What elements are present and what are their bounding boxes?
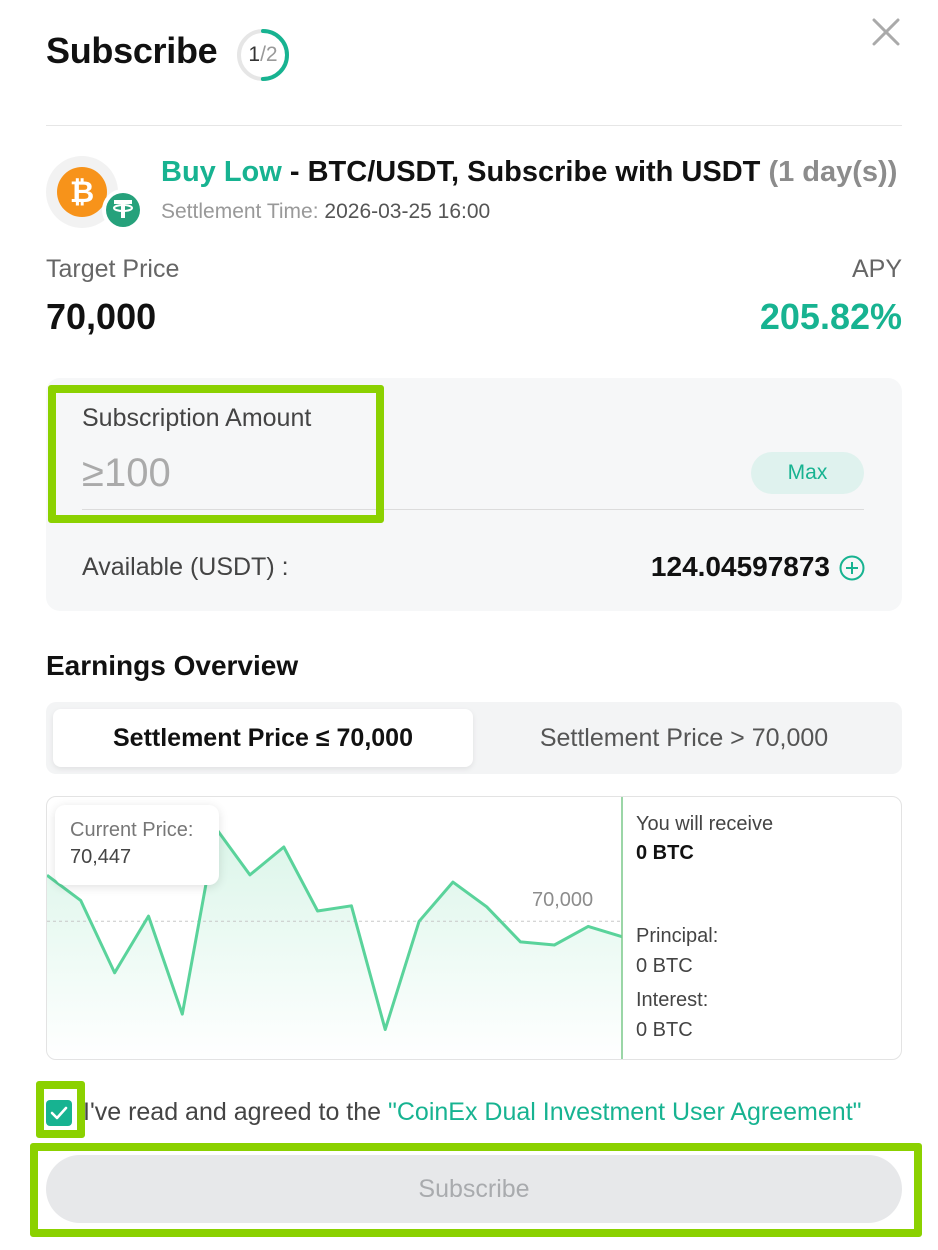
step-indicator: 1/2 <box>236 28 290 82</box>
interest-label: Interest: <box>636 989 709 1011</box>
max-button[interactable]: Max <box>751 452 864 494</box>
settlement-tabs: Settlement Price ≤ 70,000 Settlement Pri… <box>46 702 902 774</box>
current-price-label: Current Price: <box>70 819 194 841</box>
earnings-chart: Current Price: 70,447 70,000 You will re… <box>46 796 902 1060</box>
step-current: 1 <box>248 43 261 66</box>
subscription-amount-input[interactable] <box>82 446 642 500</box>
available-value: 124.04597873 <box>650 551 830 582</box>
settlement-label: Settlement Time: <box>161 200 319 223</box>
receive-value: 0 BTC <box>636 842 694 864</box>
agreement-row: I've read and agreed to the "CoinEx Dual… <box>46 1096 908 1130</box>
target-price-value: 70,000 <box>46 296 157 337</box>
step-text: 1/2 <box>236 28 290 82</box>
current-price-tooltip: Current Price: 70,447 <box>55 805 219 885</box>
earnings-overview-title: Earnings Overview <box>46 650 299 681</box>
tab-settlement-above[interactable]: Settlement Price > 70,000 <box>473 709 895 767</box>
agreement-link[interactable]: "CoinEx Dual Investment User Agreement" <box>388 1098 862 1126</box>
svg-text:₿: ₿ <box>70 176 94 209</box>
coin-pair-icons: ₿ <box>46 154 144 234</box>
step-total: /2 <box>260 43 278 66</box>
subscription-amount-label: Subscription Amount <box>82 404 312 432</box>
receive-label: You will receive <box>636 813 774 835</box>
principal-value: 0 BTC <box>636 955 693 977</box>
header: Subscribe 1/2 <box>46 18 908 86</box>
settlement-time: Settlement Time: 2026-03-25 16:00 <box>161 200 490 224</box>
available-label: Available (USDT) : <box>82 553 289 581</box>
receive-panel: You will receive 0 BTC <box>636 813 896 865</box>
product-summary: ₿ Buy Low - BTC/USDT, Subscribe with USD… <box>46 152 902 232</box>
target-price-label: Target Price <box>46 255 180 283</box>
pair-label: - BTC/USDT, Subscribe with USDT <box>281 156 769 188</box>
principal-label: Principal: <box>636 925 719 947</box>
apy-value: 205.82% <box>759 296 902 337</box>
tab-settlement-below[interactable]: Settlement Price ≤ 70,000 <box>53 709 473 767</box>
plus-circle-icon <box>839 555 865 581</box>
apy-label: APY <box>851 255 902 283</box>
add-funds-button[interactable] <box>838 554 866 582</box>
settlement-value: 2026-03-25 16:00 <box>324 200 491 223</box>
close-button[interactable] <box>864 10 908 54</box>
agreement-text: I've read and agreed to the "CoinEx Dual… <box>83 1098 862 1127</box>
close-icon <box>872 18 900 46</box>
strategy-label: Buy Low <box>161 156 282 188</box>
interest-value: 0 BTC <box>636 1019 693 1041</box>
amount-underline <box>82 509 864 510</box>
strike-price-label: 70,000 <box>532 889 594 911</box>
duration-label: (1 day(s)) <box>768 156 898 188</box>
current-price-value: 70,447 <box>70 846 132 868</box>
header-divider <box>46 125 902 126</box>
page-title: Subscribe <box>46 30 218 71</box>
agreement-prefix: I've read and agreed to the <box>83 1098 388 1126</box>
subscribe-button[interactable]: Subscribe <box>46 1155 902 1223</box>
subscription-amount-card: Subscription Amount Max Available (USDT)… <box>46 378 902 611</box>
product-title: Buy Low - BTC/USDT, Subscribe with USDT … <box>161 156 897 189</box>
agreement-checkbox[interactable] <box>46 1100 72 1126</box>
checkmark-icon <box>50 1106 68 1120</box>
